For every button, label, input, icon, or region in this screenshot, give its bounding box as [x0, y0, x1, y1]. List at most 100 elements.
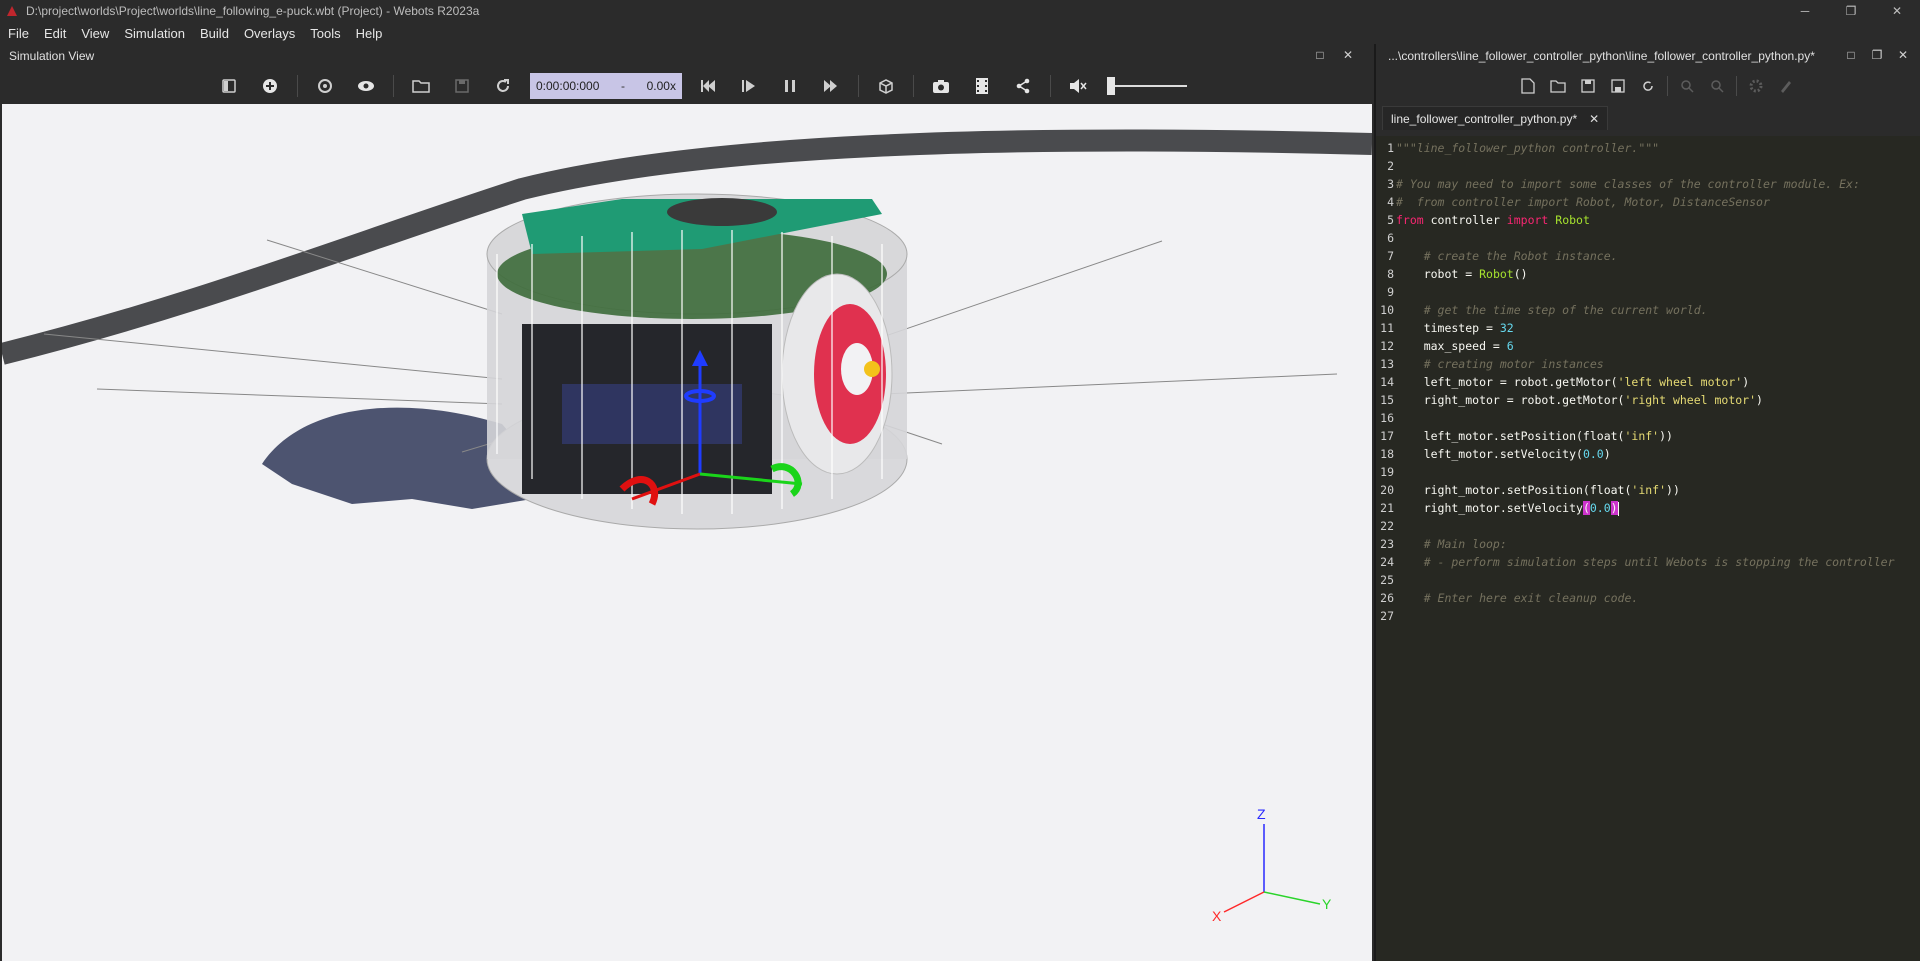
- step-icon[interactable]: [735, 72, 763, 100]
- simulation-panel: Simulation View □ ✕ 0:00:00:000 - 0.00x …: [0, 44, 1373, 961]
- save-world-icon[interactable]: [448, 72, 476, 100]
- axis-label-x: X: [1212, 908, 1222, 924]
- editor-tab-label: line_follower_controller_python.py*: [1391, 111, 1578, 126]
- title-bar: D:\project\worlds\Project\worlds\line_fo…: [0, 0, 1920, 22]
- line-number: 4: [1387, 195, 1394, 209]
- code-line: 3 # You may need to import some classes o…: [1376, 175, 1920, 193]
- reset-simulation-icon[interactable]: [694, 72, 722, 100]
- menu-simulation[interactable]: Simulation: [124, 26, 185, 41]
- toggle-3d-icon[interactable]: [872, 72, 900, 100]
- line-number: 18: [1380, 447, 1394, 461]
- revert-icon[interactable]: [1637, 75, 1659, 97]
- line-number: 8: [1387, 267, 1394, 281]
- code-class: Robot: [1479, 267, 1514, 281]
- line-number: 20: [1380, 483, 1394, 497]
- reload-world-icon[interactable]: [489, 72, 517, 100]
- code-line: 1 """line_follower_python controller.""": [1376, 139, 1920, 157]
- open-world-icon[interactable]: [407, 72, 435, 100]
- float-editor-icon[interactable]: ❐: [1870, 48, 1884, 62]
- minimize-button[interactable]: ─: [1782, 0, 1828, 22]
- menu-view[interactable]: View: [81, 26, 109, 41]
- code-line: 14 left_motor = robot.getMotor('left whe…: [1376, 373, 1920, 391]
- clean-icon[interactable]: [1775, 75, 1797, 97]
- code-keyword: from: [1396, 213, 1424, 227]
- code-text: timestep =: [1396, 321, 1500, 335]
- line-number: 17: [1380, 429, 1394, 443]
- volume-slider-handle[interactable]: [1107, 77, 1115, 95]
- line-number: 26: [1380, 591, 1394, 605]
- menu-edit[interactable]: Edit: [44, 26, 66, 41]
- code-line: 20 right_motor.setPosition(float('inf')): [1376, 481, 1920, 499]
- restore-button[interactable]: ❐: [1828, 0, 1874, 22]
- add-node-icon[interactable]: [256, 72, 284, 100]
- code-text: # Enter here exit cleanup code.: [1396, 591, 1639, 605]
- bracket-match: (: [1582, 501, 1590, 515]
- bracket-match: ): [1610, 501, 1618, 515]
- save-as-icon[interactable]: [1607, 75, 1629, 97]
- line-number: 19: [1380, 465, 1394, 479]
- code-keyword: import: [1506, 213, 1549, 227]
- line-number: 3: [1387, 177, 1394, 191]
- reset-view-icon[interactable]: [311, 72, 339, 100]
- editor-tabs: line_follower_controller_python.py* ✕: [1376, 104, 1920, 130]
- line-number: 6: [1387, 231, 1394, 245]
- maximize-panel-icon[interactable]: □: [1313, 48, 1327, 62]
- code-text: # Main loop:: [1396, 537, 1507, 551]
- volume-slider[interactable]: [1107, 76, 1187, 96]
- code-text: # - perform simulation steps until Webot…: [1396, 555, 1895, 569]
- line-number: 14: [1380, 375, 1394, 389]
- open-file-icon[interactable]: [1547, 75, 1569, 97]
- view-icon[interactable]: [352, 72, 380, 100]
- code-line: 12 max_speed = 6: [1376, 337, 1920, 355]
- editor-tab[interactable]: line_follower_controller_python.py* ✕: [1382, 106, 1609, 130]
- fast-forward-icon[interactable]: [817, 72, 845, 100]
- hide-scene-tree-icon[interactable]: [215, 72, 243, 100]
- code-text: ): [1756, 393, 1763, 407]
- maximize-editor-icon[interactable]: □: [1844, 48, 1858, 62]
- menu-build[interactable]: Build: [200, 26, 229, 41]
- text-cursor: [1617, 501, 1619, 516]
- close-tab-icon[interactable]: ✕: [1589, 112, 1599, 126]
- menu-overlays[interactable]: Overlays: [244, 26, 295, 41]
- menu-help[interactable]: Help: [356, 26, 383, 41]
- code-text: # create the Robot instance.: [1396, 249, 1618, 263]
- close-editor-icon[interactable]: ✕: [1896, 48, 1910, 62]
- find-icon[interactable]: [1676, 75, 1698, 97]
- code-text: ): [1742, 375, 1750, 389]
- build-icon[interactable]: [1745, 75, 1767, 97]
- editor-toolbar: [1376, 68, 1920, 104]
- menu-tools[interactable]: Tools: [310, 26, 340, 41]
- time-separator: -: [621, 79, 626, 93]
- editor-file-path: ...\controllers\line_follower_controller…: [1388, 49, 1815, 63]
- line-number: 2: [1387, 159, 1394, 173]
- text-editor-panel: ...\controllers\line_follower_controller…: [1374, 44, 1920, 961]
- editor-header: ...\controllers\line_follower_controller…: [1376, 44, 1920, 68]
- find-replace-icon[interactable]: [1706, 75, 1728, 97]
- share-icon[interactable]: [1009, 72, 1037, 100]
- menu-file[interactable]: File: [8, 26, 29, 41]
- code-string: 'inf': [1624, 429, 1660, 443]
- record-movie-icon[interactable]: [968, 72, 996, 100]
- line-number: 23: [1380, 537, 1394, 551]
- code-line: 6: [1376, 229, 1920, 247]
- close-panel-icon[interactable]: ✕: [1341, 48, 1355, 62]
- webots-icon: [7, 6, 17, 16]
- 3d-scene: [2, 129, 1372, 913]
- pause-icon[interactable]: [776, 72, 804, 100]
- line-number: 13: [1380, 357, 1394, 371]
- code-text: left_motor.setVelocity(: [1396, 447, 1583, 461]
- line-number: 22: [1380, 519, 1394, 533]
- code-editor[interactable]: 1 """line_follower_python controller.""" …: [1376, 136, 1920, 961]
- new-file-icon[interactable]: [1517, 75, 1539, 97]
- line-number: 1: [1387, 141, 1394, 155]
- screenshot-icon[interactable]: [927, 72, 955, 100]
- code-text: # You may need to import some classes of…: [1396, 177, 1860, 191]
- mute-icon[interactable]: [1064, 72, 1092, 100]
- close-window-button[interactable]: ✕: [1874, 0, 1920, 22]
- code-number: 0.0: [1582, 447, 1604, 461]
- code-text: # from controller import Robot, Motor, D…: [1396, 195, 1770, 209]
- save-file-icon[interactable]: [1577, 75, 1599, 97]
- line-number: 21: [1380, 501, 1394, 515]
- code-line: 23 # Main loop:: [1376, 535, 1920, 553]
- 3d-viewport[interactable]: Z X Y: [2, 104, 1372, 961]
